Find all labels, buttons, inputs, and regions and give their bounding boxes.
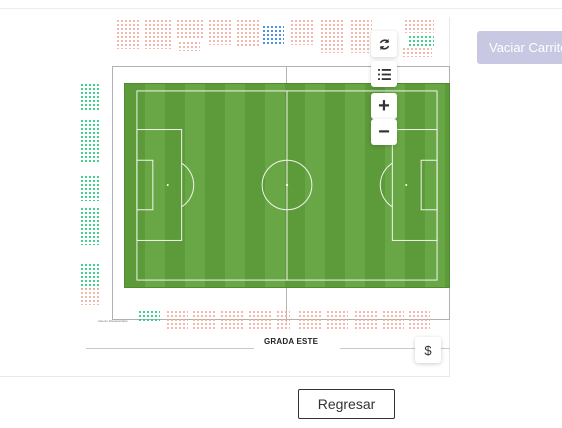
zoom-in-button[interactable]: + bbox=[371, 93, 397, 119]
list-icon bbox=[377, 68, 391, 80]
clear-cart-button[interactable]: Vaciar Carrito bbox=[477, 31, 562, 64]
seat-block-bottom-10[interactable] bbox=[382, 310, 404, 330]
back-button[interactable]: Regresar bbox=[298, 389, 395, 419]
seat-block-bottom-11[interactable] bbox=[408, 310, 430, 330]
seat-selection-page: Asiento Discapacitado GRADA ESTE + − $ V… bbox=[0, 0, 562, 428]
seat-block-top-11[interactable] bbox=[404, 19, 434, 33]
seat-block-bottom-1[interactable] bbox=[138, 310, 160, 322]
seat-block-top-10[interactable] bbox=[350, 19, 372, 53]
seat-block-bottom-8[interactable] bbox=[326, 310, 348, 330]
seat-block-top-3[interactable] bbox=[176, 19, 204, 39]
refresh-icon bbox=[379, 38, 389, 50]
east-stand-line-left bbox=[86, 348, 254, 349]
seat-block-top-4[interactable] bbox=[178, 41, 200, 51]
soccer-pitch bbox=[124, 83, 450, 288]
seat-block-bottom-4[interactable] bbox=[220, 310, 244, 330]
seat-block-top-8[interactable] bbox=[290, 19, 314, 45]
seat-block-bottom-5[interactable] bbox=[248, 310, 272, 330]
seat-block-top-9[interactable] bbox=[320, 19, 344, 53]
seat-block-left-3[interactable] bbox=[80, 175, 100, 201]
seat-block-top-2[interactable] bbox=[144, 19, 172, 49]
seat-block-top-5[interactable] bbox=[208, 19, 232, 45]
seat-block-left-5[interactable] bbox=[80, 263, 100, 289]
pitch-markings bbox=[136, 90, 438, 281]
seat-block-left-6[interactable] bbox=[80, 287, 100, 305]
zoom-out-button[interactable]: − bbox=[371, 119, 397, 145]
seat-block-bottom-3[interactable] bbox=[192, 310, 216, 330]
seat-block-bottom-7[interactable] bbox=[298, 310, 322, 330]
top-divider bbox=[0, 8, 562, 9]
seat-block-top-7[interactable] bbox=[262, 25, 284, 45]
seat-block-bottom-9[interactable] bbox=[354, 310, 378, 330]
seat-block-top-1[interactable] bbox=[116, 19, 140, 49]
seat-block-top-13[interactable] bbox=[402, 47, 432, 57]
seat-block-left-2[interactable] bbox=[80, 119, 100, 163]
seat-block-top-6[interactable] bbox=[236, 19, 260, 47]
accessible-seat-label: Asiento Discapacitado bbox=[98, 319, 128, 323]
east-stand-label: GRADA ESTE bbox=[264, 337, 319, 346]
price-button[interactable]: $ bbox=[415, 337, 441, 363]
seat-block-bottom-2[interactable] bbox=[166, 310, 188, 330]
refresh-button[interactable] bbox=[371, 31, 397, 57]
list-button[interactable] bbox=[371, 61, 397, 87]
seat-block-left-1[interactable] bbox=[80, 83, 100, 111]
seat-block-left-4[interactable] bbox=[80, 207, 100, 245]
seat-block-bottom-6[interactable] bbox=[276, 310, 290, 330]
seat-block-top-12[interactable] bbox=[408, 35, 434, 47]
